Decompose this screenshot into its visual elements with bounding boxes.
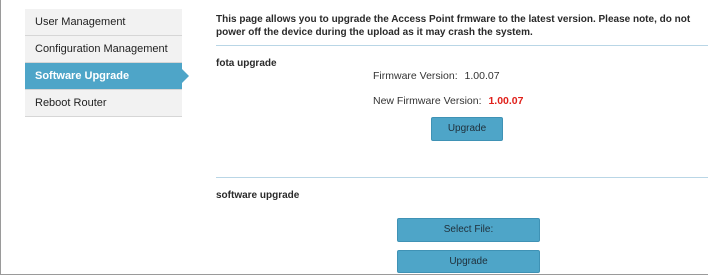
firmware-version-label: Firmware Version: [373,70,458,82]
software-upgrade-button[interactable]: Upgrade [397,250,540,273]
left-frame-border [0,0,1,275]
sidebar-item-software-upgrade[interactable]: Software Upgrade [25,63,189,90]
sidebar-item-user-management[interactable]: User Management [25,9,182,36]
sidebar-item-label: Reboot Router [35,97,107,109]
sidebar-item-label: Configuration Management [35,43,168,55]
fota-upgrade-title: fota upgrade [216,58,277,69]
new-firmware-version-label: New Firmware Version: [373,95,482,107]
section-divider [216,45,708,46]
section-divider [216,177,708,178]
firmware-version-value: 1.00.07 [464,70,500,82]
sidebar-item-label: User Management [35,16,126,28]
new-firmware-version-value: 1.00.07 [488,95,524,107]
sidebar-nav: User Management Configuration Management… [25,9,189,117]
sidebar-item-configuration-management[interactable]: Configuration Management [25,36,182,63]
sidebar-item-label: Software Upgrade [35,70,130,82]
page-description: This page allows you to upgrade the Acce… [216,14,691,38]
sidebar-item-reboot-router[interactable]: Reboot Router [25,90,182,117]
software-upgrade-title: software upgrade [216,190,300,201]
select-file-button[interactable]: Select File: [397,218,540,242]
fota-upgrade-button[interactable]: Upgrade [431,117,503,141]
firmware-version-row: Firmware Version: 1.00.07 [373,70,500,82]
new-firmware-version-row: New Firmware Version: 1.00.07 [373,95,524,107]
